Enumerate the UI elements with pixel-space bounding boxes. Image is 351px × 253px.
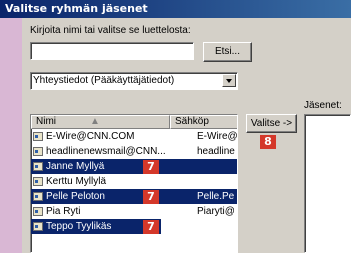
contact-card-icon: [33, 177, 43, 186]
callout-badge: 7: [143, 160, 159, 174]
address-book-dropdown[interactable]: Yhteystiedot (Pääkäyttäjätiedot): [30, 72, 238, 90]
callout-badge: 8: [260, 135, 276, 149]
contacts-list[interactable]: Nimi ▲ Sähköp E-Wire@CNN.COM E-Wire@ hea…: [30, 114, 238, 253]
contact-card-icon: [33, 222, 43, 231]
list-item[interactable]: headlinenewsmail@CNN... headline: [31, 144, 237, 159]
search-input[interactable]: [30, 42, 194, 60]
dialog-title-bar: Valitse ryhmän jäsenet: [0, 0, 351, 18]
sort-ascending-icon: ▲: [90, 116, 100, 127]
callout-badge: 7: [143, 220, 159, 234]
search-label: Kirjoita nimi tai valitse se luettelosta…: [30, 25, 191, 36]
members-label: Jäsenet:: [304, 100, 342, 111]
column-header-name[interactable]: Nimi ▲: [31, 115, 170, 129]
address-book-selected: Yhteystiedot (Pääkäyttäjätiedot): [33, 75, 175, 86]
dialog-title: Valitse ryhmän jäsenet: [5, 2, 148, 15]
list-item[interactable]: Pia Ryti Piaryti@: [31, 204, 237, 219]
list-item[interactable]: Teppo Tyylikäs: [31, 219, 161, 234]
callout-badge: 7: [143, 190, 159, 204]
chevron-down-icon[interactable]: [222, 74, 236, 87]
list-item[interactable]: Janne Myllyä: [31, 159, 237, 174]
background-panel: [0, 18, 22, 253]
contact-card-icon: [33, 192, 43, 201]
contact-card-icon: [33, 207, 43, 216]
find-button[interactable]: Etsi...: [203, 42, 252, 62]
column-header-email[interactable]: Sähköp: [170, 115, 237, 129]
list-item[interactable]: Pelle Peloton Pelle.Pe: [31, 189, 237, 204]
list-item[interactable]: E-Wire@CNN.COM E-Wire@: [31, 129, 237, 144]
members-list[interactable]: [304, 114, 351, 253]
select-member-button[interactable]: Valitse ->: [246, 114, 297, 133]
list-item[interactable]: Kerttu Myllylä: [31, 174, 237, 189]
contact-card-icon: [33, 147, 43, 156]
select-members-dialog: Kirjoita nimi tai valitse se luettelosta…: [22, 18, 351, 253]
contact-card-icon: [33, 132, 43, 141]
contact-card-icon: [33, 162, 43, 171]
